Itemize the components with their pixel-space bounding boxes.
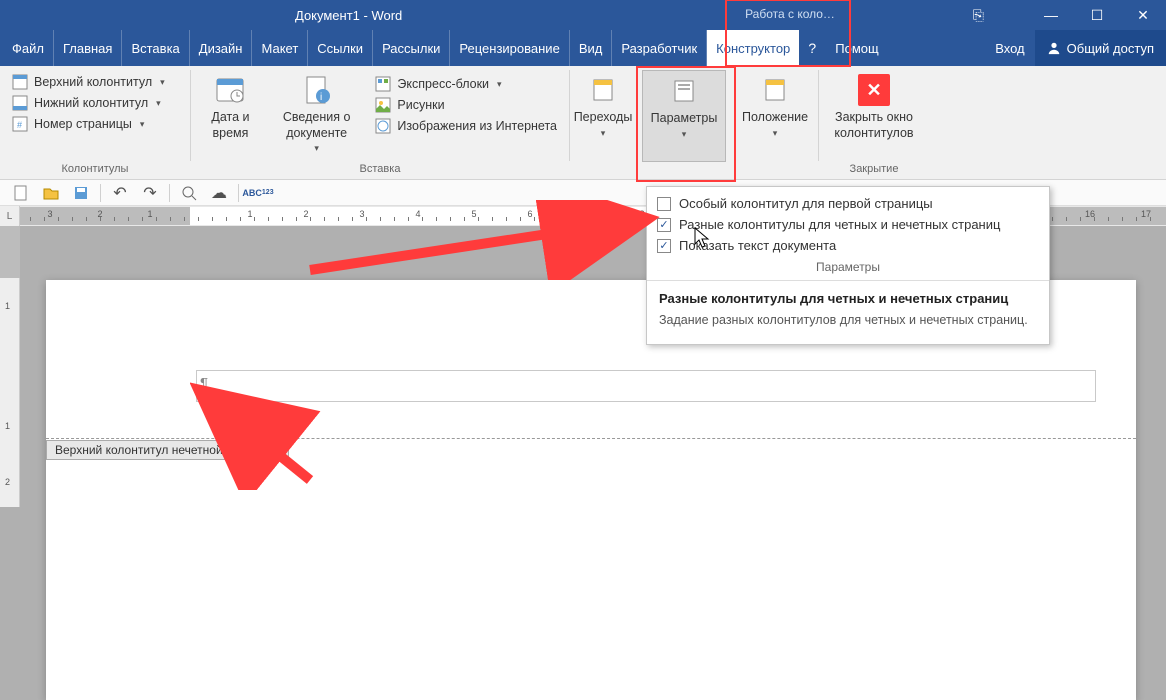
docinfo-icon: i <box>301 74 333 106</box>
window-title: Документ1 - Word <box>295 8 402 23</box>
group-headers-footers: Верхний колонтитул▾ Нижний колонтитул▾ #… <box>0 66 190 179</box>
qat-preview-icon[interactable] <box>176 182 202 204</box>
group-label-headers: Колонтитулы <box>6 161 184 179</box>
tab-designer[interactable]: Конструктор <box>707 30 799 66</box>
contextual-tab-label: Работа с коло… <box>730 0 850 29</box>
pictures-button[interactable]: Рисунки <box>369 95 563 115</box>
check-show-doc-text[interactable]: ✓ Показать текст документа <box>647 235 1049 256</box>
qat-open-icon[interactable] <box>38 182 64 204</box>
header-boundary <box>46 438 1136 439</box>
datetime-button[interactable]: Дата и время <box>197 70 264 141</box>
close-window-button[interactable]: ✕ <box>1120 0 1166 30</box>
header-text-box[interactable] <box>196 370 1096 402</box>
position-button[interactable]: Положение▾ <box>736 70 814 139</box>
qat-save-icon[interactable] <box>68 182 94 204</box>
online-pictures-button[interactable]: Изображения из Интернета <box>369 116 563 136</box>
calendar-icon <box>214 74 246 106</box>
qat-redo-icon[interactable]: ↷ <box>137 182 163 204</box>
tell-me[interactable]: Помощ <box>825 30 888 66</box>
tab-references[interactable]: Ссылки <box>308 30 373 66</box>
tab-view[interactable]: Вид <box>570 30 613 66</box>
group-label-close: Закрытие <box>825 161 923 179</box>
close-hf-button[interactable]: ✕ Закрыть окно колонтитулов <box>825 70 923 141</box>
help-icon[interactable]: ? <box>799 30 825 66</box>
options-button[interactable]: Параметры▾ <box>642 70 726 162</box>
tab-layout[interactable]: Макет <box>252 30 308 66</box>
tab-insert[interactable]: Вставка <box>122 30 189 66</box>
sign-in[interactable]: Вход <box>985 30 1034 66</box>
navigation-button[interactable]: Переходы▾ <box>568 70 639 139</box>
tab-file[interactable]: Файл <box>0 30 54 66</box>
svg-text:#: # <box>17 120 22 130</box>
page-number-button[interactable]: # Номер страницы▾ <box>6 114 171 134</box>
quickparts-button[interactable]: Экспресс-блоки▾ <box>369 74 563 94</box>
ribbon-tabs: Файл Главная Вставка Дизайн Макет Ссылки… <box>0 30 1166 66</box>
maximize-button[interactable]: ☐ <box>1074 0 1120 30</box>
title-bar: Документ1 - Word Работа с коло… ⎘ — ☐ ✕ <box>0 0 1166 30</box>
vertical-ruler[interactable]: 1 1 2 <box>0 226 20 507</box>
group-navigation: Переходы▾ <box>570 66 636 179</box>
checkbox-checked-icon: ✓ <box>657 239 671 253</box>
group-close: ✕ Закрыть окно колонтитулов Закрытие <box>819 66 929 179</box>
svg-text:i: i <box>320 92 322 103</box>
checkbox-icon <box>657 197 671 211</box>
person-icon <box>1047 41 1061 55</box>
pagenum-icon: # <box>12 116 28 132</box>
tooltip: Разные колонтитулы для четных и нечетных… <box>647 280 1049 344</box>
quickparts-icon <box>375 76 391 92</box>
tooltip-title: Разные колонтитулы для четных и нечетных… <box>659 291 1037 306</box>
qat-cloud-icon[interactable]: ☁ <box>206 182 232 204</box>
options-icon <box>668 75 700 107</box>
share-button[interactable]: Общий доступ <box>1035 30 1166 66</box>
pilcrow-icon: ¶ <box>200 375 208 392</box>
checkbox-checked-icon: ✓ <box>657 218 671 232</box>
navigation-icon <box>587 74 619 106</box>
picture-icon <box>375 97 391 113</box>
tab-mailings[interactable]: Рассылки <box>373 30 450 66</box>
popup-group-label: Параметры <box>647 256 1049 280</box>
tab-design[interactable]: Дизайн <box>190 30 253 66</box>
tab-home[interactable]: Главная <box>54 30 122 66</box>
group-insert: Дата и время i Сведения о документе▾ Экс… <box>191 66 569 179</box>
header-section-label: Верхний колонтитул нечетной страницы <box>46 440 289 460</box>
tab-review[interactable]: Рецензирование <box>450 30 569 66</box>
check-odd-even[interactable]: ✓ Разные колонтитулы для четных и нечетн… <box>647 214 1049 235</box>
position-icon <box>759 74 791 106</box>
group-label-insert: Вставка <box>197 161 563 179</box>
tooltip-description: Задание разных колонтитулов для четных и… <box>659 312 1037 330</box>
qat-abc-icon[interactable]: ABC123 <box>245 182 271 204</box>
ribbon: Верхний колонтитул▾ Нижний колонтитул▾ #… <box>0 66 1166 180</box>
minimize-button[interactable]: — <box>1028 0 1074 30</box>
display-options-icon[interactable]: ⎘ <box>973 7 984 24</box>
online-picture-icon <box>375 118 391 134</box>
share-label: Общий доступ <box>1067 41 1154 56</box>
footer-button[interactable]: Нижний колонтитул▾ <box>6 93 171 113</box>
group-position: Положение▾ <box>732 66 818 179</box>
close-x-icon: ✕ <box>858 74 890 106</box>
header-icon <box>12 74 28 90</box>
header-button[interactable]: Верхний колонтитул▾ <box>6 72 171 92</box>
footer-icon <box>12 95 28 111</box>
tab-developer[interactable]: Разработчик <box>612 30 707 66</box>
group-options: Параметры▾ <box>636 66 732 179</box>
qat-undo-icon[interactable]: ↶ <box>107 182 133 204</box>
tab-selector[interactable]: L <box>0 206 20 226</box>
qat-new-icon[interactable] <box>8 182 34 204</box>
options-popup: Особый колонтитул для первой страницы ✓ … <box>646 186 1050 345</box>
window-controls: — ☐ ✕ <box>1028 0 1166 30</box>
check-first-page[interactable]: Особый колонтитул для первой страницы <box>647 193 1049 214</box>
docinfo-button[interactable]: i Сведения о документе▾ <box>264 70 370 155</box>
